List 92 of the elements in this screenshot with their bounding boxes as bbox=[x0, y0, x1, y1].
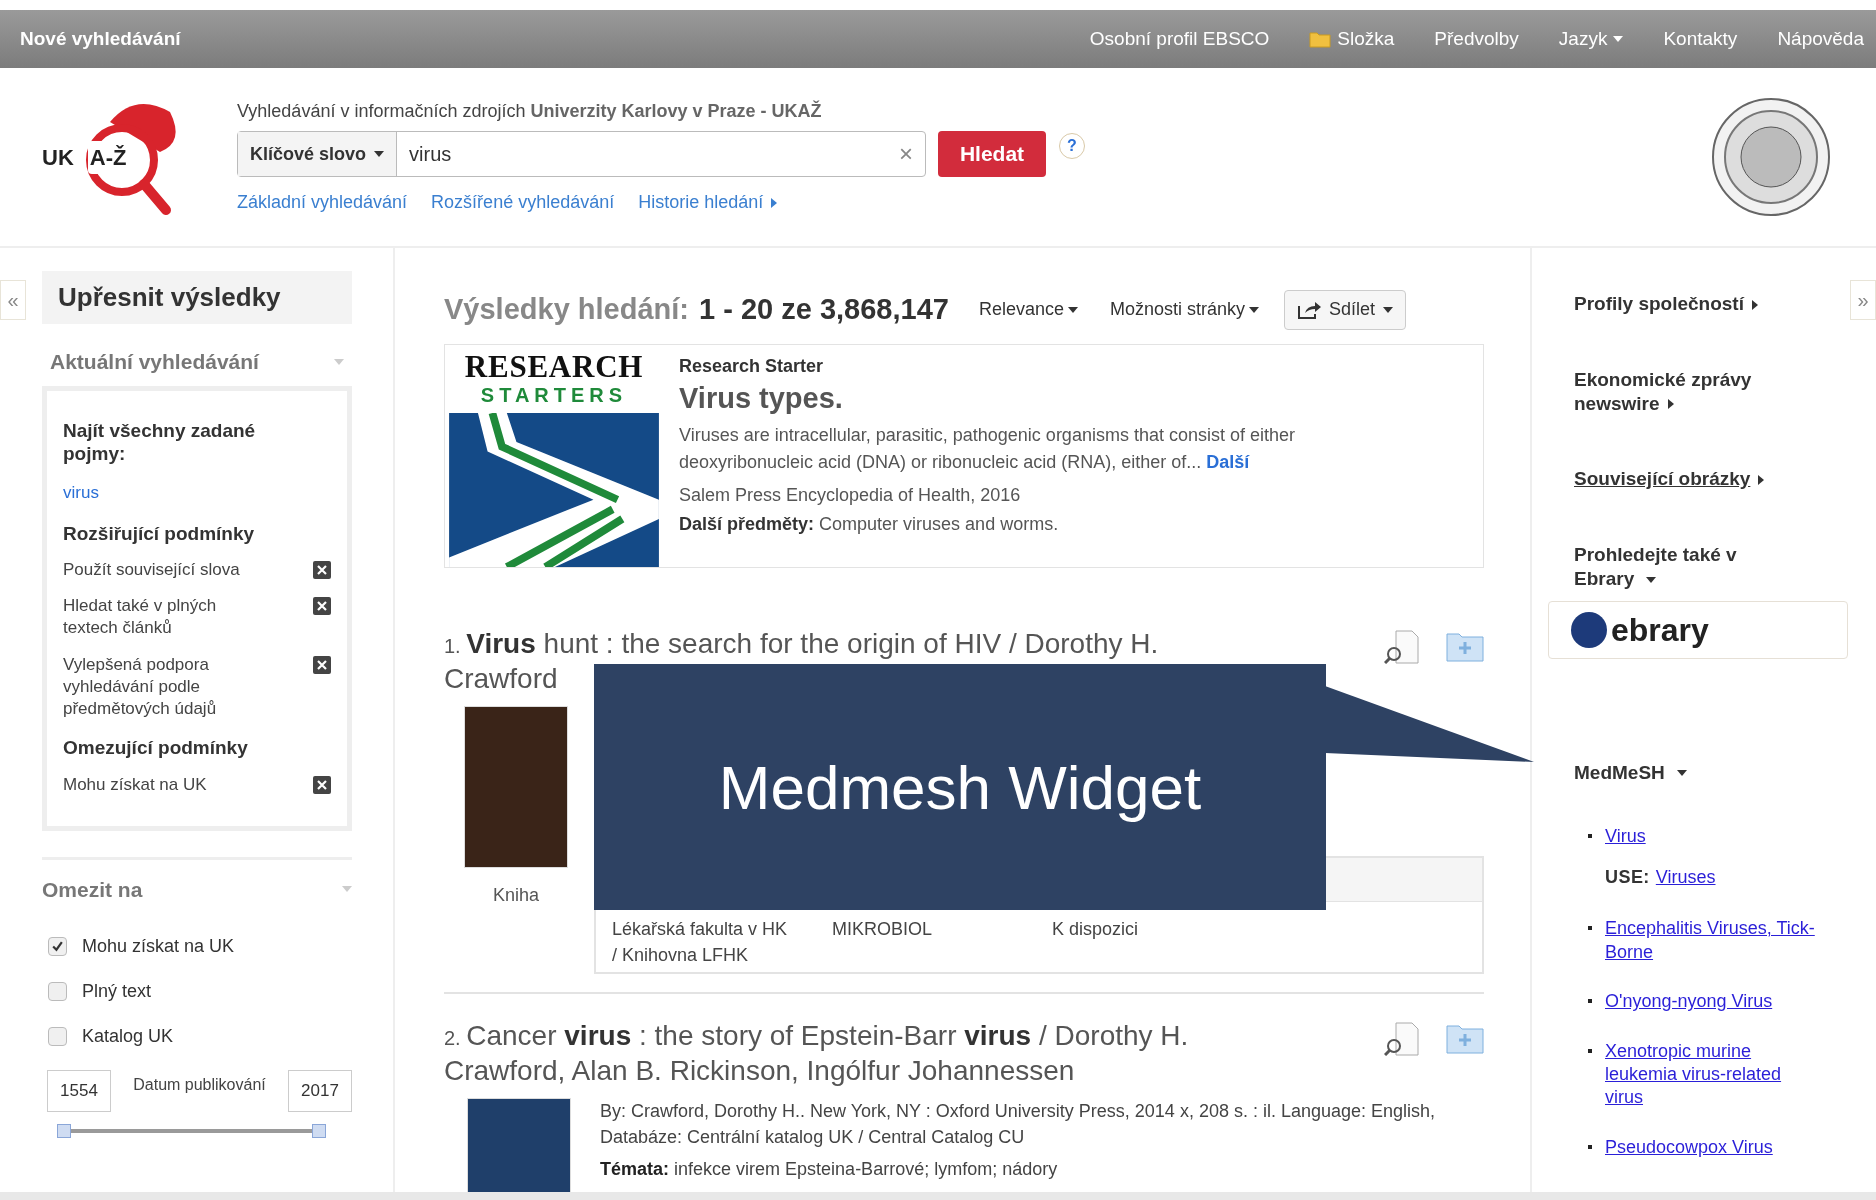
field-type-dropdown[interactable]: Klíčové slovo bbox=[238, 132, 398, 176]
condition-label: Použít související slova bbox=[63, 559, 240, 582]
checkbox-label: Plný text bbox=[82, 980, 152, 1004]
university-logo: UK A-Ž bbox=[40, 92, 185, 222]
remove-icon[interactable] bbox=[313, 561, 331, 580]
group-title: Omezující podmínky bbox=[63, 735, 249, 760]
collapse-button[interactable]: « bbox=[0, 280, 26, 320]
slider-end-thumb[interactable] bbox=[312, 1124, 326, 1139]
group-title: Najít všechny zadané pojmy: bbox=[63, 418, 257, 466]
sidebar-section-link[interactable]: Profily společností bbox=[1574, 292, 1794, 316]
chevron-icon bbox=[334, 358, 344, 365]
sidebar-section-link[interactable]: Související obrázky bbox=[1574, 467, 1794, 491]
sidebar-section-link[interactable]: Ekonomické zprávy newswire bbox=[1574, 367, 1794, 416]
starter-title-link[interactable]: Virus types. bbox=[679, 379, 1399, 416]
group-title: Rozšiřující podmínky bbox=[63, 521, 256, 546]
preview-icon[interactable] bbox=[1384, 629, 1420, 664]
page-options-dropdown[interactable]: Možnosti stránky bbox=[1110, 296, 1260, 324]
book-cover-placeholder[interactable] bbox=[464, 705, 568, 868]
share-button[interactable]: Sdílet bbox=[1284, 289, 1407, 330]
mesh-term-link[interactable]: Viruses bbox=[1655, 864, 1716, 892]
mesh-term-link[interactable]: O'nyong-nyong Virus bbox=[1605, 990, 1773, 1014]
search-field[interactable]: Klíčové slovo virus × bbox=[237, 131, 926, 177]
remove-icon[interactable] bbox=[313, 597, 331, 616]
mesh-term-link[interactable]: Encephalitis Viruses, Tick-Borne bbox=[1605, 917, 1824, 965]
use-label: USE: bbox=[1605, 866, 1650, 890]
table-cell-text: MIKROBIOL bbox=[832, 917, 934, 941]
condition-label: Mohu získat na UK bbox=[63, 773, 207, 796]
triangle-right-icon bbox=[1752, 300, 1758, 310]
folder-icon bbox=[1309, 30, 1332, 48]
search-mode-link[interactable]: Historie hledání bbox=[638, 189, 778, 216]
share-icon bbox=[1297, 299, 1322, 320]
search-term-link[interactable]: virus bbox=[63, 480, 331, 506]
section-title: Omezit na bbox=[42, 876, 143, 903]
condition-label: Hledat také v plných textech článků bbox=[63, 595, 218, 640]
format-label: Kniha bbox=[492, 883, 539, 907]
caret-icon bbox=[1676, 769, 1687, 776]
table-cell-text: K dispozici bbox=[1052, 917, 1140, 941]
caret-icon bbox=[1068, 306, 1078, 313]
starter-source: Salem Press Encyclopedia of Health, 2016 bbox=[679, 483, 1022, 507]
caret-icon bbox=[1646, 576, 1657, 583]
bullet-icon bbox=[1588, 999, 1592, 1004]
starter-label: Research Starter bbox=[679, 354, 825, 378]
bullet-icon bbox=[1588, 834, 1592, 838]
caret-icon bbox=[1249, 306, 1260, 313]
search-button[interactable]: Hledat bbox=[938, 131, 1046, 177]
remove-icon[interactable] bbox=[313, 655, 331, 674]
checkbox[interactable] bbox=[48, 1027, 67, 1047]
clear-button[interactable]: × bbox=[887, 136, 925, 172]
triangle-right-icon bbox=[1667, 399, 1674, 410]
search-mode-link[interactable]: Rozšířené vyhledávání bbox=[431, 189, 615, 216]
search-caption: Vyhledávání v informačních zdrojích Univerzity Karlovy v Praze - UKAŽ bbox=[237, 99, 823, 123]
mesh-term-link[interactable]: Pseudocowpox Virus bbox=[1605, 1135, 1773, 1160]
condition-label: Vylepšená podpora vyhledávání podle předmětových údajů bbox=[63, 653, 218, 720]
result-subjects: Témata: infekce virem Epsteina-Barrové; lymfom; nádory bbox=[600, 1157, 1059, 1181]
starter-subjects: Další předměty: Computer viruses and worms. bbox=[679, 512, 1060, 536]
caret-icon bbox=[1613, 36, 1624, 42]
results-heading: Výsledky hledání: bbox=[444, 292, 689, 327]
collapse-button[interactable]: » bbox=[1850, 280, 1876, 320]
more-link[interactable]: Další bbox=[1206, 451, 1250, 472]
bullet-icon bbox=[1588, 926, 1592, 931]
mesh-term-link[interactable]: Virus bbox=[1605, 825, 1646, 849]
medmesh-title[interactable]: MedMeSH bbox=[1574, 758, 1876, 787]
starter-abstract: Viruses are intracellular, parasitic, pathogenic organisms that consist of either deoxyribonucleic acid (DNA) or ribonucleic acid (RNA), either of... Další bbox=[679, 423, 1296, 474]
checkbox-label: Mohu získat na UK bbox=[82, 935, 235, 959]
caret-icon bbox=[1383, 306, 1394, 313]
chevron-icon bbox=[342, 886, 352, 893]
sort-dropdown[interactable]: Relevance bbox=[978, 296, 1078, 324]
date-to-field[interactable]: 2017 bbox=[288, 1070, 352, 1113]
date-from-field[interactable]: 1554 bbox=[47, 1070, 111, 1113]
sidebar-section-link[interactable]: Prohledejte také v Ebrary bbox=[1574, 543, 1794, 591]
checkbox-label: Katalog UK bbox=[82, 1025, 174, 1049]
results-count: 1 - 20 ze 3,868,147 bbox=[699, 292, 949, 327]
section-title: Aktuální vyhledávání bbox=[50, 349, 259, 375]
mesh-term-link[interactable]: Xenotropic murine leukemia virus-related virus bbox=[1605, 1039, 1824, 1110]
ebrary-logo[interactable]: ebrary bbox=[1548, 600, 1848, 659]
preview-icon[interactable] bbox=[1384, 1021, 1420, 1056]
checkbox[interactable] bbox=[48, 937, 67, 957]
triangle-right-icon bbox=[1758, 475, 1765, 486]
result-title-link[interactable]: 2. Cancer virus : the story of Epstein-Barr virus / Dorothy H. Crawford, Alan B. Rickinson, Ingólfur Johannessen bbox=[444, 1017, 1304, 1088]
checkmark-icon bbox=[51, 940, 64, 954]
bullet-icon bbox=[1588, 1144, 1592, 1149]
remove-icon[interactable] bbox=[313, 775, 331, 794]
date-label: Datum publikování bbox=[133, 1075, 266, 1096]
search-mode-link[interactable]: Základní vyhledávání bbox=[237, 189, 408, 216]
bullet-icon bbox=[1588, 1048, 1592, 1053]
table-cell-text: Lékařská fakulta v HK / Knihovna LFHK bbox=[612, 917, 789, 967]
checkbox[interactable] bbox=[48, 982, 67, 1002]
caret-icon bbox=[374, 151, 385, 157]
callout-label: Medmesh Widget bbox=[718, 751, 1202, 824]
panel-title: Upřesnit výsledky bbox=[42, 271, 352, 324]
triangle-right-icon bbox=[771, 197, 778, 208]
slider-start-thumb[interactable] bbox=[57, 1124, 71, 1139]
